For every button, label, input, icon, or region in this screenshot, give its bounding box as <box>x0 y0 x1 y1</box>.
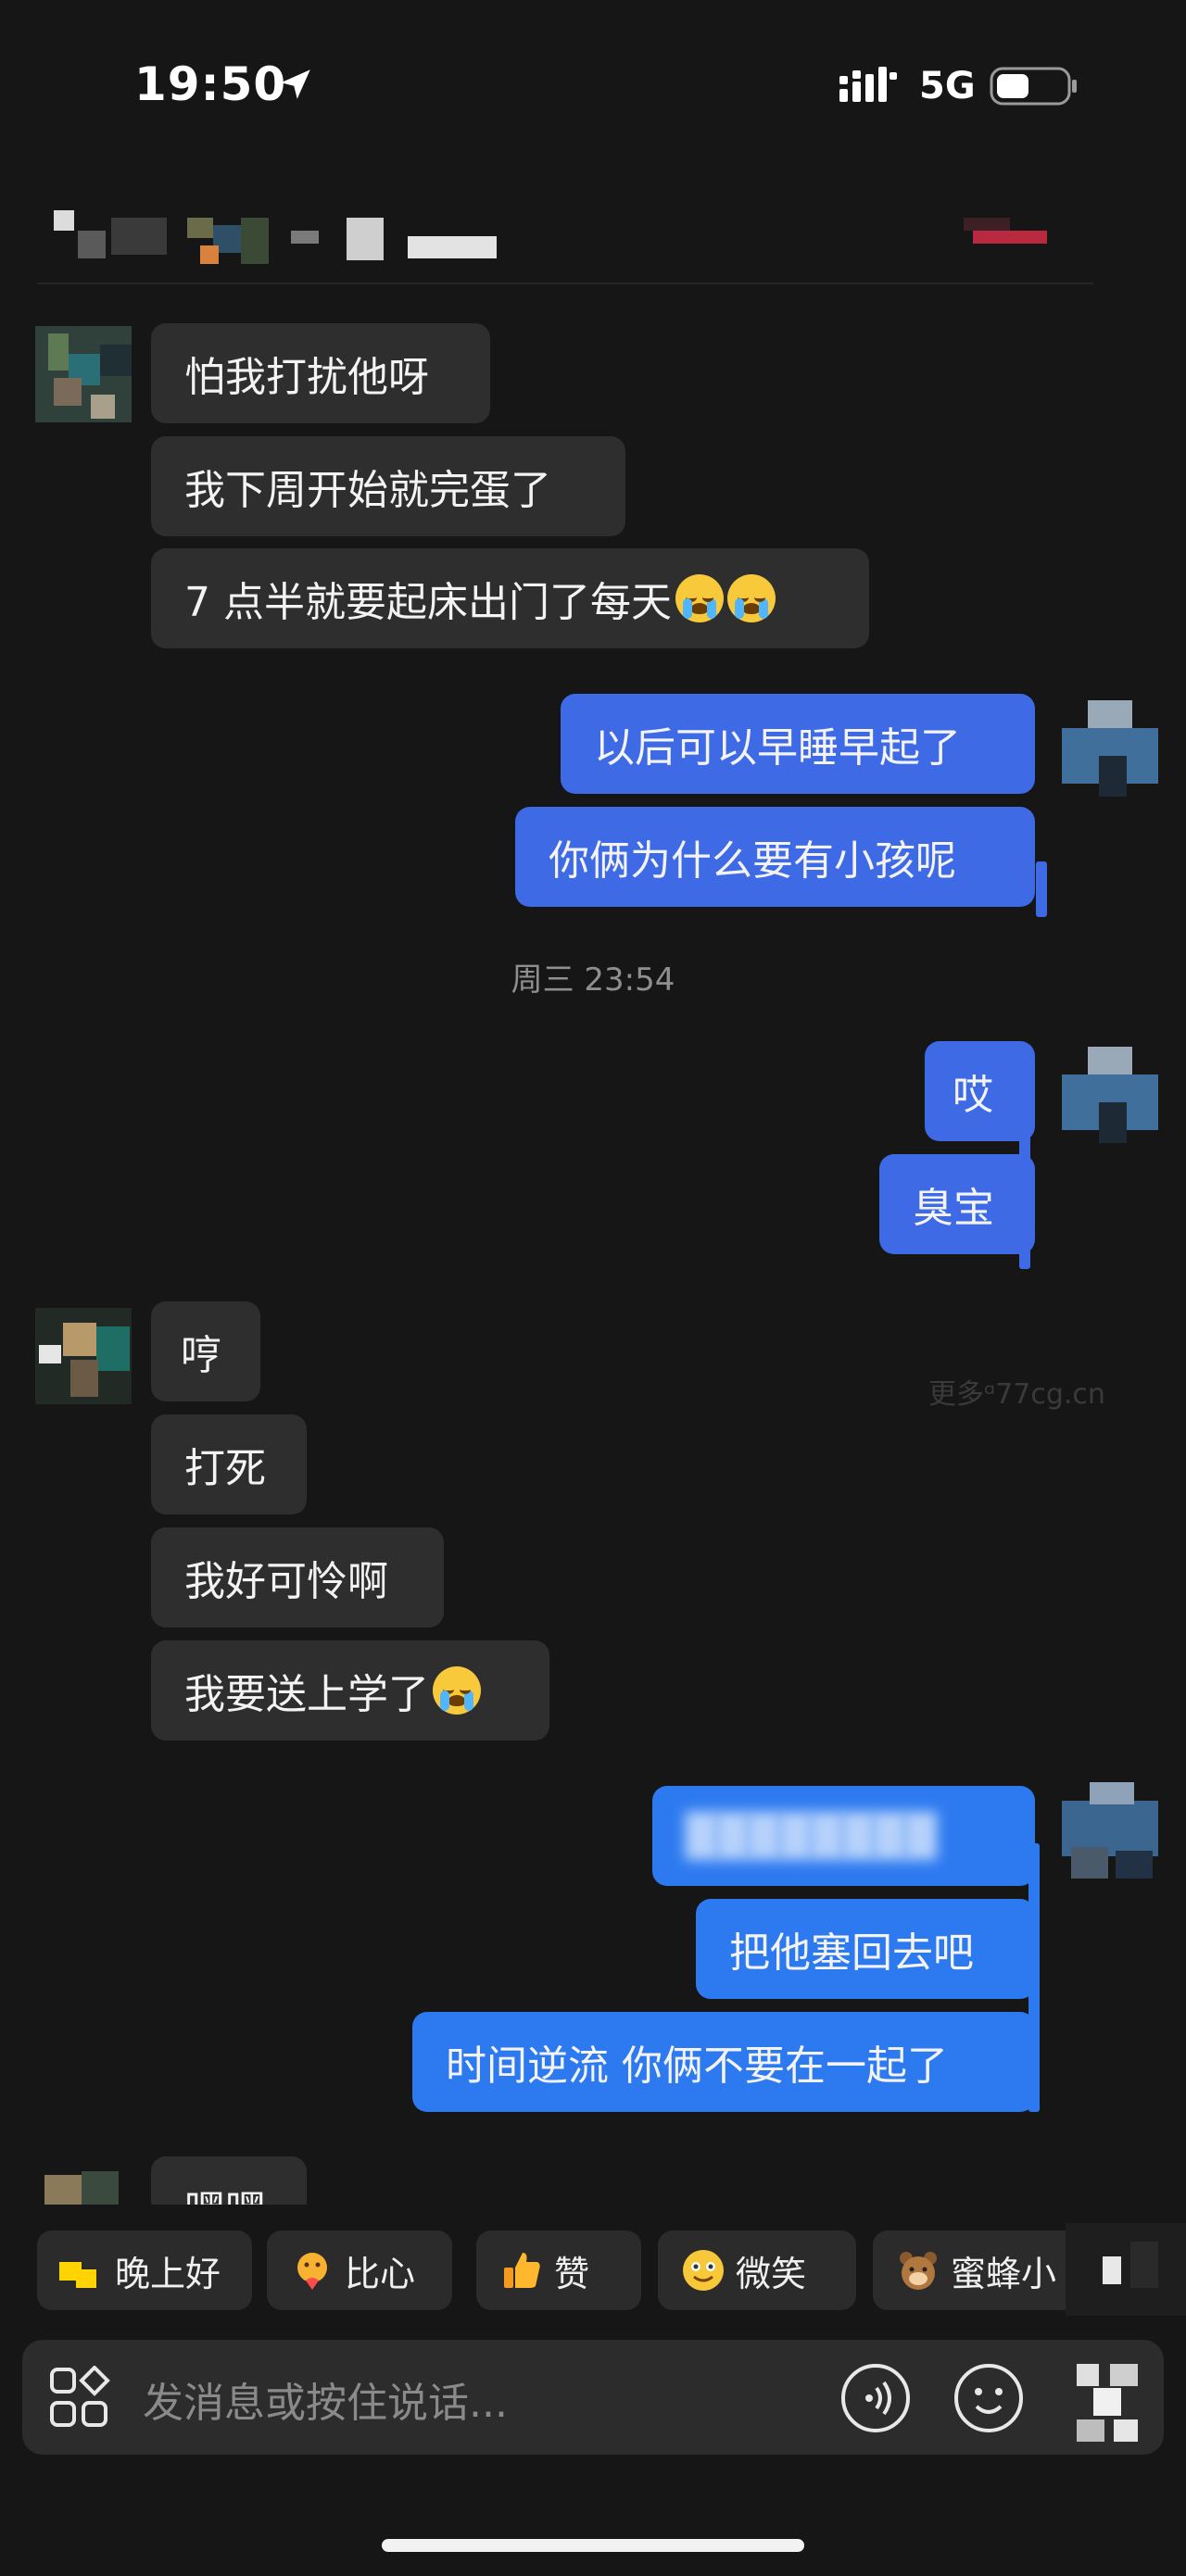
smile-face-icon <box>683 2250 724 2291</box>
contact-name-redacted <box>78 218 504 264</box>
moon-sticker-icon <box>59 2262 96 2288</box>
message-text: 你俩为什么要有小孩呢 <box>549 837 956 885</box>
contact-avatar[interactable] <box>35 1308 132 1404</box>
message-bubble-outgoing[interactable]: 你俩为什么要有小孩呢 <box>515 807 1035 907</box>
bubble-tail <box>1019 1093 1030 1269</box>
message-text: 哎 <box>953 1072 993 1119</box>
cellular-signal-icon <box>839 67 897 102</box>
voice-icon[interactable] <box>839 2362 912 2434</box>
bee-bear-sticker-icon <box>900 2252 937 2290</box>
message-text: 打死 <box>184 1445 266 1492</box>
message-text: 我下周开始就完蛋了 <box>184 467 551 514</box>
message-bubble-outgoing[interactable]: 臭宝 <box>879 1154 1035 1254</box>
loudly-crying-face-icon <box>675 574 724 622</box>
quick-reply-overflow-redacted[interactable] <box>1066 2223 1186 2316</box>
my-avatar[interactable] <box>1062 1782 1158 1879</box>
back-button[interactable] <box>54 210 74 231</box>
chip-label: 赞 <box>554 2253 590 2294</box>
message-bubble-incoming[interactable]: 7 点半就要起床出门了每天 <box>151 548 869 648</box>
message-text: 7 点半就要起床出门了每天 <box>184 579 672 626</box>
message-text: 时间逆流 你俩不要在一起了 <box>446 2042 948 2090</box>
apps-grid-icon[interactable] <box>48 2366 113 2431</box>
battery-icon <box>990 67 1077 106</box>
chat-header[interactable] <box>0 190 1186 283</box>
loudly-crying-face-icon <box>433 1666 481 1715</box>
quick-reply-good-evening[interactable]: 晚上好 <box>37 2230 252 2310</box>
location-arrow-icon <box>281 69 310 99</box>
message-text: 臭宝 <box>913 1185 994 1232</box>
my-avatar[interactable] <box>1062 700 1158 797</box>
network-type: 5G <box>919 65 976 107</box>
message-text: 把他塞回去吧 <box>729 1929 974 1977</box>
message-text: 我要送上学了 <box>184 1671 429 1718</box>
contact-avatar[interactable] <box>35 326 132 422</box>
chip-label: 晚上好 <box>115 2253 221 2294</box>
message-bubble-incoming[interactable]: 哼 <box>151 1301 260 1401</box>
watermark: 更多ᵅ77cg.cn <box>928 1378 1105 1411</box>
more-button-redacted[interactable] <box>1077 2364 1143 2442</box>
loudly-crying-face-icon <box>726 574 776 622</box>
thumbs-up-icon <box>504 2253 540 2288</box>
message-bubble-outgoing-redacted[interactable]: ████████ <box>652 1786 1035 1886</box>
message-bubble-incoming[interactable]: 怕我打扰他呀 <box>151 323 490 423</box>
quick-reply-smile[interactable]: 微笑 <box>658 2230 856 2310</box>
message-clip: 嘿嘿 <box>151 2156 307 2205</box>
message-bubble-outgoing[interactable]: 时间逆流 你俩不要在一起了 <box>412 2012 1035 2112</box>
message-bubble-outgoing[interactable]: 把他塞回去吧 <box>696 1899 1035 1999</box>
header-action-redacted[interactable] <box>964 218 1049 245</box>
message-bubble-outgoing[interactable]: 以后可以早睡早起了 <box>561 694 1035 794</box>
bubble-tail <box>1036 861 1047 917</box>
message-bubble-incoming[interactable]: 嘿嘿 <box>151 2156 307 2205</box>
header-divider <box>37 283 1093 284</box>
home-indicator <box>382 2539 804 2552</box>
message-bubble-incoming[interactable]: 我要送上学了 <box>151 1640 549 1740</box>
message-text: 哼 <box>181 1332 221 1379</box>
chip-label: 蜜蜂小 <box>951 2253 1057 2294</box>
quick-reply-heart-hands[interactable]: 比心 <box>267 2230 452 2310</box>
quick-reply-like[interactable]: 赞 <box>476 2230 641 2310</box>
message-text: 我好可怜啊 <box>184 1558 388 1605</box>
chip-label: 微笑 <box>736 2253 807 2294</box>
chip-label: 比心 <box>345 2253 416 2294</box>
message-text-redacted: ████████ <box>686 1812 937 1860</box>
message-bubble-incoming[interactable]: 我下周开始就完蛋了 <box>151 436 625 536</box>
message-text: 怕我打扰他呀 <box>184 354 429 401</box>
status-time: 19:50 <box>134 57 287 111</box>
contact-avatar[interactable] <box>35 2168 132 2205</box>
message-text: 嘿嘿 <box>184 2177 266 2205</box>
message-input[interactable]: 发消息或按住说话... <box>143 2369 508 2429</box>
message-bubble-incoming[interactable]: 我好可怜啊 <box>151 1527 444 1627</box>
my-avatar[interactable] <box>1062 1047 1158 1143</box>
quick-reply-bee[interactable]: 蜜蜂小 <box>873 2230 1095 2310</box>
bubble-tail <box>1028 1843 1040 2112</box>
emoji-icon[interactable] <box>953 2362 1025 2434</box>
message-timestamp: 周三 23:54 <box>511 961 675 999</box>
message-text: 以后可以早睡早起了 <box>594 724 961 772</box>
message-bubble-incoming[interactable]: 打死 <box>151 1414 307 1514</box>
heart-hands-sticker-icon <box>297 2253 327 2290</box>
